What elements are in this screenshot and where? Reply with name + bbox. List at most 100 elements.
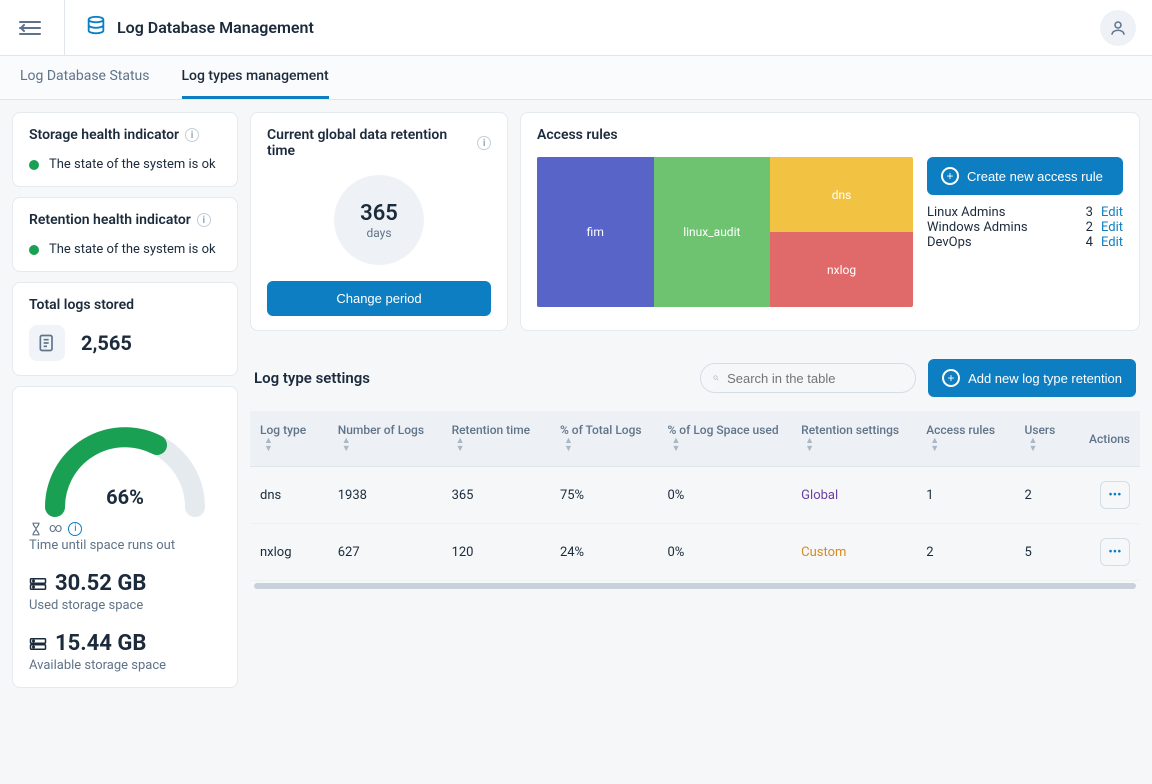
database-icon	[85, 15, 107, 41]
total-logs-title: Total logs stored	[29, 297, 221, 313]
treemap-block-fim[interactable]: fim	[537, 157, 654, 307]
col-header[interactable]: Retention settings ▲▼	[791, 411, 916, 467]
cell-pct-space: 0%	[657, 467, 791, 524]
status-ok-icon	[29, 245, 39, 255]
total-logs-card: Total logs stored 2,565	[12, 282, 238, 376]
used-label: Used storage space	[29, 598, 221, 613]
cell-pct-total: 75%	[550, 467, 658, 524]
cell-pct-space: 0%	[657, 524, 791, 581]
sort-icon: ▲▼	[264, 437, 273, 453]
access-title: Access rules	[537, 127, 1123, 143]
col-header[interactable]: Retention time ▲▼	[442, 411, 550, 467]
change-period-button[interactable]: Change period	[267, 281, 491, 316]
search-input[interactable]	[727, 371, 903, 386]
info-icon[interactable]: i	[477, 136, 491, 150]
page-title: Log Database Management	[117, 18, 314, 37]
retention-health-status: The state of the system is ok	[49, 242, 216, 257]
info-icon[interactable]: i	[185, 128, 199, 142]
col-header[interactable]: % of Total Logs ▲▼	[550, 411, 658, 467]
menu-icon	[19, 20, 41, 36]
col-header[interactable]: Actions	[1079, 411, 1140, 467]
used-value: 30.52 GB	[55, 571, 146, 596]
infinity-icon: ∞	[49, 521, 62, 536]
col-header[interactable]: Log type ▲▼	[250, 411, 328, 467]
retention-health-card: Retention health indicator i The state o…	[12, 197, 238, 272]
available-label: Available storage space	[29, 658, 221, 673]
tabs: Log Database Status Log types management	[0, 56, 1152, 100]
gauge-time-label: Time until space runs out	[29, 538, 221, 553]
cell-access: 2	[916, 524, 1014, 581]
user-avatar[interactable]	[1100, 10, 1136, 46]
status-ok-icon	[29, 160, 39, 170]
sort-icon: ▲▼	[1028, 437, 1037, 453]
storage-health-status: The state of the system is ok	[49, 157, 216, 172]
search-icon	[713, 370, 719, 386]
treemap-block-dns[interactable]: dns	[770, 157, 913, 232]
gauge-percent: 66%	[35, 485, 215, 509]
create-access-rule-button[interactable]: + Create new access rule	[927, 157, 1123, 195]
topbar: Log Database Management	[0, 0, 1152, 56]
col-header[interactable]: Users ▲▼	[1014, 411, 1079, 467]
menu-toggle[interactable]	[16, 14, 44, 42]
info-icon[interactable]: i	[68, 522, 82, 536]
row-actions-button[interactable]: •••	[1100, 538, 1130, 566]
user-icon	[1109, 19, 1127, 37]
edit-link[interactable]: Edit	[1101, 205, 1123, 220]
edit-link[interactable]: Edit	[1101, 235, 1123, 250]
tab-status[interactable]: Log Database Status	[20, 56, 150, 99]
tab-types[interactable]: Log types management	[182, 56, 329, 99]
sidebar: Storage health indicator i The state of …	[12, 112, 238, 772]
cell-ret: 365	[442, 467, 550, 524]
cell-access: 1	[916, 467, 1014, 524]
log-type-table: Log type ▲▼Number of Logs ▲▼Retention ti…	[250, 411, 1140, 581]
table-row: dns 1938 365 75% 0% Global 1 2 •••	[250, 467, 1140, 524]
info-icon[interactable]: i	[197, 213, 211, 227]
horizontal-scrollbar[interactable]	[254, 583, 1136, 589]
storage-icon	[29, 577, 47, 591]
cell-num: 627	[328, 524, 442, 581]
retention-card: Current global data retention time i 365…	[250, 112, 508, 331]
cell-num: 1938	[328, 467, 442, 524]
available-value: 15.44 GB	[55, 631, 146, 656]
retention-unit: days	[366, 226, 391, 240]
access-rule-row: DevOps 4 Edit	[927, 235, 1123, 250]
cell-users: 2	[1014, 467, 1079, 524]
retention-circle: 365 days	[334, 175, 424, 265]
storage-gauge-card: 66% ∞ i Time until space runs out 30.52 …	[12, 386, 238, 688]
col-header[interactable]: Access rules ▲▼	[916, 411, 1014, 467]
access-rule-row: Linux Admins 3 Edit	[927, 205, 1123, 220]
sort-icon: ▲▼	[342, 437, 351, 453]
treemap-block-nxlog[interactable]: nxlog	[770, 232, 913, 307]
storage-icon	[29, 637, 47, 651]
total-logs-value: 2,565	[81, 331, 132, 355]
sort-icon: ▲▼	[564, 437, 573, 453]
edit-link[interactable]: Edit	[1101, 220, 1123, 235]
search-input-wrap[interactable]	[700, 363, 916, 393]
table-row: nxlog 627 120 24% 0% Custom 2 5 •••	[250, 524, 1140, 581]
sort-icon: ▲▼	[671, 437, 680, 453]
storage-health-card: Storage health indicator i The state of …	[12, 112, 238, 187]
col-header[interactable]: Number of Logs ▲▼	[328, 411, 442, 467]
divider	[64, 0, 65, 56]
access-card: Access rules fimlinux_auditdnsnxlog + Cr…	[520, 112, 1140, 331]
treemap-block-linux_audit[interactable]: linux_audit	[654, 157, 771, 307]
cell-type: nxlog	[250, 524, 328, 581]
row-actions-button[interactable]: •••	[1100, 481, 1130, 509]
access-rule-row: Windows Admins 2 Edit	[927, 220, 1123, 235]
rule-name: Windows Admins	[927, 220, 1078, 235]
hourglass-icon	[29, 522, 43, 536]
create-access-rule-label: Create new access rule	[967, 169, 1103, 184]
cell-users: 5	[1014, 524, 1079, 581]
retention-health-title: Retention health indicator	[29, 212, 191, 228]
cell-type: dns	[250, 467, 328, 524]
main: Current global data retention time i 365…	[250, 112, 1140, 772]
col-header[interactable]: % of Log Space used ▲▼	[657, 411, 791, 467]
add-retention-label: Add new log type retention	[968, 371, 1122, 386]
sort-icon: ▲▼	[930, 437, 939, 453]
add-retention-button[interactable]: + Add new log type retention	[928, 359, 1136, 397]
cell-ret-set: Custom	[791, 524, 916, 581]
rule-name: Linux Admins	[927, 205, 1078, 220]
rule-count: 2	[1086, 220, 1093, 235]
plus-circle-icon: +	[942, 369, 960, 387]
log-type-settings: Log type settings + Add new log type ret…	[250, 343, 1140, 772]
